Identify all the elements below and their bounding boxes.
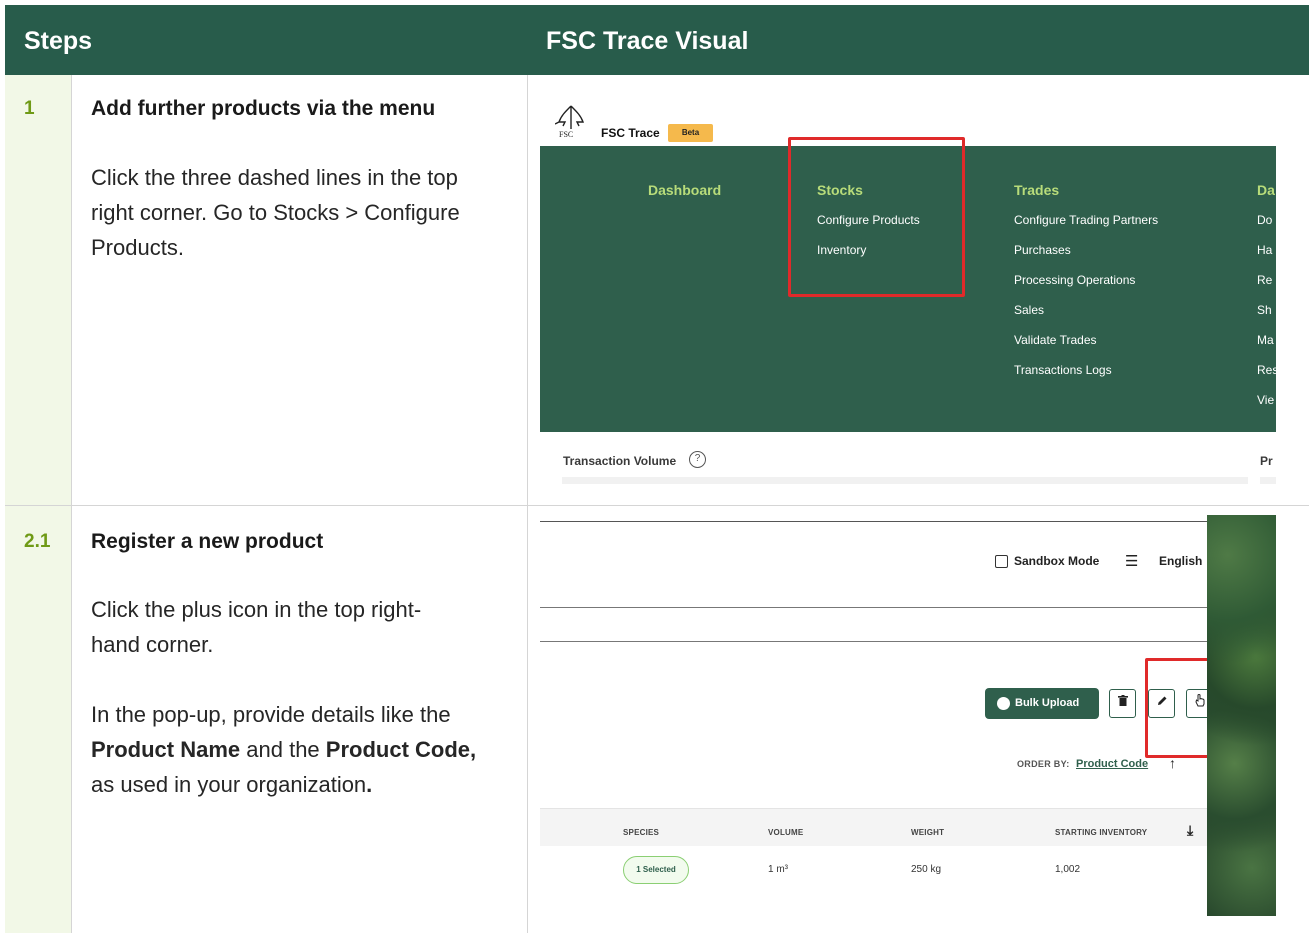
chart-placeholder [1260, 477, 1276, 484]
menu-trades[interactable]: Trades [1014, 182, 1059, 198]
language-selector[interactable]: English [1159, 554, 1202, 568]
inventory-cell: 1,002 [1055, 864, 1081, 875]
menu-item-col4[interactable]: Sh [1257, 303, 1272, 317]
svg-text:FSC: FSC [559, 130, 573, 138]
column-header-species: SPECIES [623, 828, 660, 837]
text-line: as used in your organization. [91, 767, 511, 802]
dashboard-preview: Transaction Volume ? Pr [540, 432, 1276, 484]
text-line: Click the three dashed lines in the top [91, 165, 458, 190]
trash-icon [1117, 695, 1128, 706]
step-number-cell [5, 506, 71, 933]
text-fragment: and the [240, 737, 326, 762]
bold-term: Product Name [91, 737, 241, 762]
sandbox-label: Sandbox Mode [1014, 554, 1100, 568]
volume-cell: 1 m³ [768, 864, 788, 875]
menu-item-col4[interactable]: Re [1257, 273, 1272, 287]
divider [540, 521, 1207, 522]
column-divider [527, 75, 528, 933]
upload-icon [997, 697, 1010, 710]
forest-background-image [1207, 515, 1276, 916]
help-icon[interactable]: ? [689, 451, 706, 468]
text-line: right corner. Go to Stocks > Configure [91, 200, 460, 225]
header-visual: FSC Trace Visual [546, 27, 749, 55]
step-number: 2.1 [24, 531, 51, 552]
bold-term: Product Code, [325, 737, 477, 762]
column-divider [71, 75, 72, 933]
chart-placeholder [562, 477, 1248, 484]
menu-item-col4[interactable]: Vie [1257, 393, 1274, 407]
table-header: Steps FSC Trace Visual [5, 5, 1309, 75]
fsc-tree-logo-icon: FSC [555, 105, 584, 138]
step-description: Click the plus icon in the top right- ha… [91, 592, 511, 662]
highlight-box [788, 137, 965, 297]
menu-item-col4[interactable]: Ha [1257, 243, 1272, 257]
visual-menu-screenshot: FSC FSC Trace Beta Dashboard Stocks Conf… [540, 84, 1276, 484]
text-line: Click the plus icon in the top right- [91, 597, 422, 622]
column-header-weight: WEIGHT [911, 828, 945, 837]
text-fragment: as used in your organization [91, 772, 367, 797]
menu-dashboard[interactable]: Dashboard [648, 182, 721, 198]
menu-item-col4[interactable]: Do [1257, 213, 1272, 227]
menu-item-trading-partners[interactable]: Configure Trading Partners [1014, 213, 1158, 227]
step-popup-description: In the pop-up, provide details like the … [91, 697, 511, 802]
bulk-upload-label: Bulk Upload [1015, 697, 1080, 709]
menu-item-transactions-logs[interactable]: Transactions Logs [1014, 363, 1112, 377]
bulk-upload-button[interactable]: Bulk Upload [985, 688, 1099, 719]
download-icon[interactable]: ⤓ [1187, 822, 1193, 839]
text-line: hand corner. [91, 632, 214, 657]
column-header-starting-inventory: STARTING INVENTORY [1055, 828, 1148, 837]
delete-button[interactable] [1109, 689, 1136, 718]
menu-item-processing-operations[interactable]: Processing Operations [1014, 273, 1135, 287]
table-header-row [540, 808, 1207, 846]
step-description: Click the three dashed lines in the top … [91, 160, 511, 265]
text-line: Products. [91, 235, 184, 260]
beta-badge: Beta [668, 124, 713, 142]
menu-item-col4[interactable]: Ma [1257, 333, 1274, 347]
sort-arrow-up-icon[interactable]: ↑ [1169, 755, 1176, 771]
step-number-cell [5, 75, 71, 505]
menu-item-validate-trades[interactable]: Validate Trades [1014, 333, 1097, 347]
partial-label: Pr [1260, 454, 1273, 468]
hamburger-menu-icon[interactable]: ☰ [1125, 554, 1138, 569]
row-divider [5, 505, 1309, 506]
visual-products-screenshot: Sandbox Mode ☰ English Bulk Upload ORDER… [540, 515, 1276, 916]
menu-item-sales[interactable]: Sales [1014, 303, 1044, 317]
order-by-label: ORDER BY: [1017, 759, 1070, 769]
menu-item-purchases[interactable]: Purchases [1014, 243, 1071, 257]
step-title: Register a new product [91, 530, 324, 553]
transaction-volume-label: Transaction Volume [563, 454, 677, 468]
column-header-volume: VOLUME [768, 828, 804, 837]
sandbox-checkbox[interactable] [995, 555, 1008, 568]
text-fragment: . [366, 772, 373, 797]
species-selected-badge[interactable]: 1 Selected [623, 856, 689, 884]
menu-col4[interactable]: Da [1257, 182, 1275, 198]
text-line: In the pop-up, provide details like the [91, 702, 451, 727]
divider [540, 607, 1207, 608]
divider [540, 641, 1207, 642]
order-by-value[interactable]: Product Code [1076, 758, 1148, 770]
app-title: FSC Trace [601, 126, 660, 140]
weight-cell: 250 kg [911, 864, 942, 875]
step-title: Add further products via the menu [91, 97, 436, 120]
header-steps: Steps [24, 27, 93, 55]
text-line: Product Name and the Product Code, [91, 732, 511, 767]
step-number: 1 [24, 98, 35, 119]
menu-item-col4[interactable]: Res [1257, 363, 1276, 377]
